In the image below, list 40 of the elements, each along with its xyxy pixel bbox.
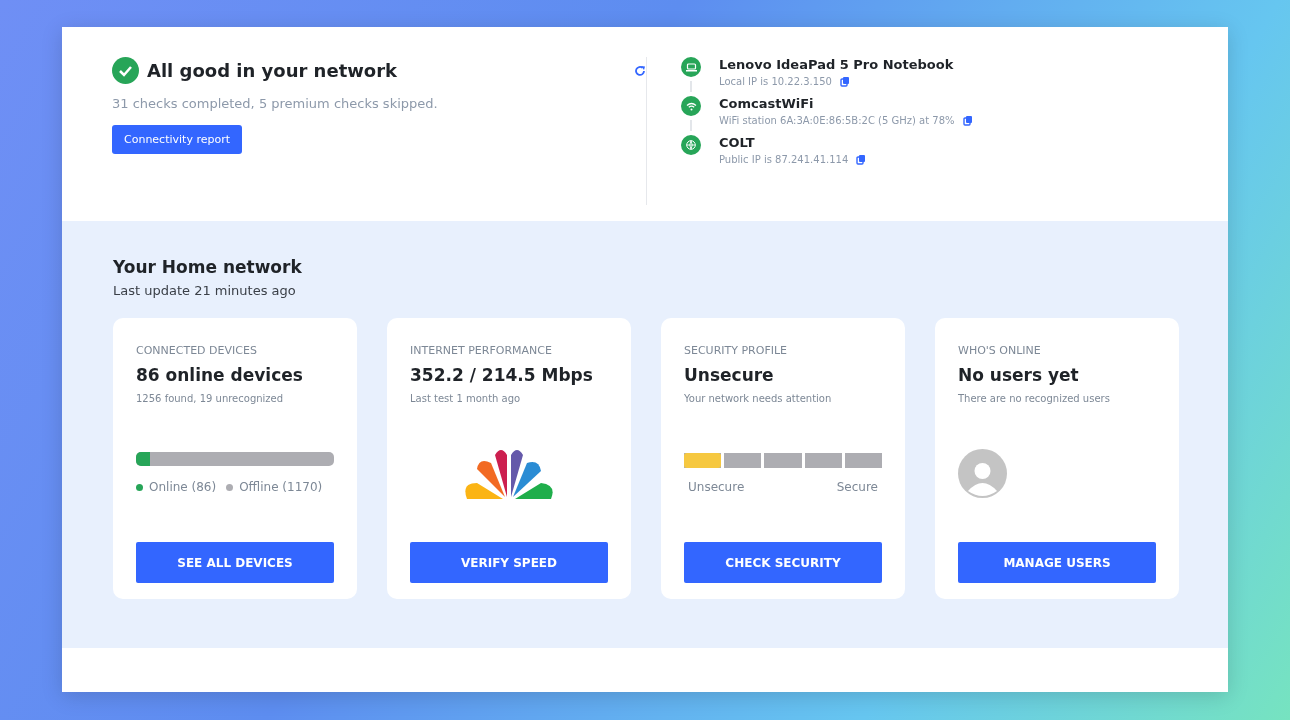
copy-icon[interactable] [839, 76, 850, 87]
hop-detail: WiFi station 6A:3A:0E:86:5B:2C (5 GHz) at 78% [719, 115, 955, 126]
avatar-icon [958, 448, 1007, 498]
card-note: There are no recognized users [958, 393, 1111, 404]
status-title: All good in your network [147, 60, 399, 81]
card-action-button[interactable]: MANAGE USERS [958, 542, 1156, 583]
connectivity-report-button[interactable]: Connectivity report [112, 125, 243, 154]
hop-detail: Local IP is 10.22.3.150 [719, 76, 832, 87]
card-label: SECURITY PROFILE [684, 344, 789, 357]
card-value: 86 online devices [136, 365, 304, 385]
card-value: 352.2 / 214.5 Mbps [410, 365, 594, 385]
card-action-button[interactable]: CHECK SECURITY [684, 542, 882, 583]
card-note: Your network needs attention [684, 393, 833, 404]
card-action-button[interactable]: VERIFY SPEED [410, 542, 608, 583]
copy-icon[interactable] [856, 154, 867, 165]
refresh-icon[interactable] [634, 64, 646, 77]
hop-name: COLT [719, 135, 756, 150]
card-note: 1256 found, 19 unrecognized [136, 393, 285, 404]
copy-icon[interactable] [962, 115, 973, 126]
legend-label: Offline (1170) [239, 480, 323, 494]
card-note: Last test 1 month ago [410, 393, 522, 404]
card-value: Unsecure [684, 365, 775, 385]
section-subtitle: Last update 21 minutes ago [113, 283, 297, 298]
check-icon [112, 57, 139, 84]
globe-icon [686, 140, 696, 150]
wifi-icon [685, 101, 697, 111]
hop-name: ComcastWiFi [719, 96, 815, 111]
card-label: INTERNET PERFORMANCE [410, 344, 553, 357]
section-title: Your Home network [113, 257, 303, 277]
hop-detail: Public IP is 87.241.41.114 [719, 154, 849, 165]
laptop-icon [685, 62, 697, 72]
hop-name: Lenovo IdeaPad 5 Pro Notebook [719, 57, 954, 72]
card-label: CONNECTED DEVICES [136, 344, 258, 357]
card-label: WHO'S ONLINE [958, 344, 1042, 357]
scale-label: Unsecure [688, 479, 745, 494]
status-subtitle: 31 checks completed, 5 premium checks skipped. [112, 96, 439, 111]
legend-label: Online (86) [149, 480, 217, 494]
card-value: No users yet [958, 365, 1080, 385]
scale-label: Secure [836, 479, 878, 494]
card-action-button[interactable]: SEE ALL DEVICES [136, 542, 334, 583]
